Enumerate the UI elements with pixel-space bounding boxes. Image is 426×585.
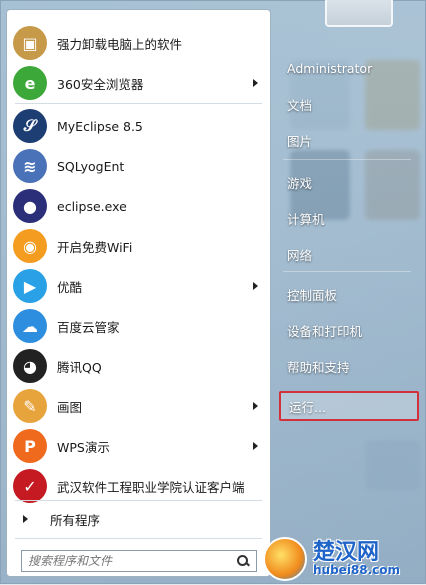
places-item[interactable]: Administrator bbox=[279, 53, 419, 83]
watermark-url: hubei88.com bbox=[313, 563, 401, 577]
places-item[interactable]: 计算机 bbox=[279, 203, 419, 233]
program-item[interactable]: ◉ 开启免费WiFi bbox=[7, 226, 270, 266]
qq-penguin-icon: ◕ bbox=[13, 349, 47, 383]
submenu-arrow-icon bbox=[253, 442, 258, 450]
program-item[interactable]: ▣ 强力卸载电脑上的软件 bbox=[7, 23, 270, 63]
places-item[interactable]: 网络 bbox=[279, 239, 419, 269]
all-programs-button[interactable]: 所有程序 bbox=[7, 505, 270, 533]
search-icon[interactable] bbox=[236, 554, 250, 568]
right-arrow-icon bbox=[23, 515, 28, 523]
program-label: 强力卸载电脑上的软件 bbox=[57, 36, 183, 52]
program-item[interactable]: ≋ SQLyogEnt bbox=[7, 146, 270, 186]
paint-palette-icon: ✎ bbox=[13, 389, 47, 423]
youku-play-icon: ▶ bbox=[13, 269, 47, 303]
program-item[interactable]: ● eclipse.exe bbox=[7, 186, 270, 226]
program-label: eclipse.exe bbox=[57, 198, 127, 214]
program-label: 腾讯QQ bbox=[57, 359, 102, 375]
user-picture[interactable] bbox=[325, 0, 393, 27]
program-item[interactable]: P WPS演示 bbox=[7, 426, 270, 466]
program-label: SQLyogEnt bbox=[57, 158, 125, 174]
places-item[interactable]: 控制面板 bbox=[279, 279, 419, 309]
places-item[interactable]: 运行... bbox=[279, 391, 419, 421]
program-item[interactable]: ✎ 画图 bbox=[7, 386, 270, 426]
submenu-arrow-icon bbox=[253, 79, 258, 87]
places-divider bbox=[283, 159, 411, 160]
baidu-cloud-icon: ☁ bbox=[13, 309, 47, 343]
program-label: 优酷 bbox=[57, 279, 83, 295]
program-item[interactable]: ☁ 百度云管家 bbox=[7, 306, 270, 346]
program-item[interactable]: e 360安全浏览器 bbox=[7, 63, 270, 103]
program-label: 画图 bbox=[57, 399, 83, 415]
places-item[interactable]: 游戏 bbox=[279, 167, 419, 197]
programs-pane: ▣ 强力卸载电脑上的软件 e 360安全浏览器 𝒮 MyEclipse 8.5 ≋ SQLyo… bbox=[6, 9, 271, 577]
places-pane: Administrator 文档图片游戏计算机网络控制面板设备和打印机 帮助和支持运… bbox=[273, 0, 426, 585]
auth-client-icon: ✓ bbox=[13, 469, 47, 503]
program-label: MyEclipse 8.5 bbox=[57, 118, 143, 134]
program-item[interactable]: 𝒮 MyEclipse 8.5 bbox=[7, 106, 270, 146]
places-item[interactable]: 帮助和支持 bbox=[279, 351, 419, 381]
wps-presentation-icon: P bbox=[13, 429, 47, 463]
places-item[interactable]: 文档 bbox=[279, 89, 419, 119]
program-label: WPS演示 bbox=[57, 439, 110, 455]
start-menu: ▣ 强力卸载电脑上的软件 e 360安全浏览器 𝒮 MyEclipse 8.5 ≋ SQLyo… bbox=[0, 0, 426, 584]
wifi-icon: ◉ bbox=[13, 229, 47, 263]
all-programs-label: 所有程序 bbox=[50, 512, 101, 528]
menu-divider bbox=[15, 538, 262, 539]
submenu-arrow-icon bbox=[253, 282, 258, 290]
myeclipse-icon: 𝒮 bbox=[13, 109, 47, 143]
program-label: 360安全浏览器 bbox=[57, 76, 144, 92]
places-divider bbox=[283, 271, 411, 272]
program-item[interactable]: ◕ 腾讯QQ bbox=[7, 346, 270, 386]
watermark-title: 楚汉网 bbox=[313, 540, 380, 565]
program-label: 开启免费WiFi bbox=[57, 239, 133, 255]
sqlyog-dolphin-icon: ≋ bbox=[13, 149, 47, 183]
places-item[interactable]: 图片 bbox=[279, 125, 419, 155]
menu-divider bbox=[15, 500, 262, 501]
360-browser-icon: e bbox=[13, 66, 47, 100]
eclipse-icon: ● bbox=[13, 189, 47, 223]
watermark-emblem-icon bbox=[263, 537, 307, 581]
submenu-arrow-icon bbox=[253, 402, 258, 410]
menu-divider bbox=[15, 103, 262, 104]
search-input[interactable] bbox=[22, 551, 236, 571]
places-item[interactable]: 设备和打印机 bbox=[279, 315, 419, 345]
uninstall-box-icon: ▣ bbox=[13, 26, 47, 60]
program-label: 武汉软件工程职业学院认证客户端 bbox=[57, 479, 245, 495]
watermark-logo: 楚汉网 hubei88.com bbox=[263, 533, 426, 585]
program-item[interactable]: ▶ 优酷 bbox=[7, 266, 270, 306]
program-label: 百度云管家 bbox=[57, 319, 120, 335]
search-box[interactable] bbox=[21, 550, 257, 572]
